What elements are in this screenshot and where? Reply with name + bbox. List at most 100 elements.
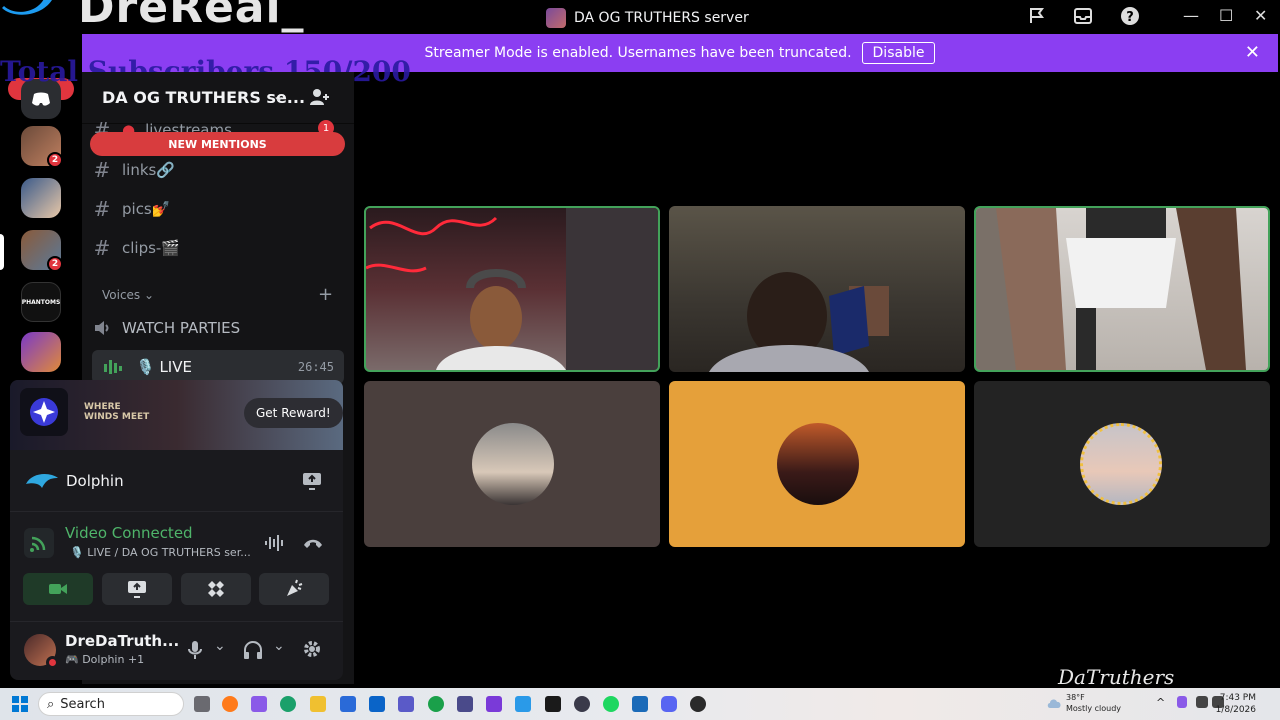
signal-icon[interactable]: [24, 528, 54, 558]
app-icon-5[interactable]: [545, 696, 561, 712]
video-tile-2[interactable]: [669, 206, 965, 372]
speaker-icon: [95, 321, 109, 335]
task-view-icon[interactable]: [194, 696, 210, 712]
app-icon-7[interactable]: [632, 696, 648, 712]
video-tile-6[interactable]: [974, 381, 1270, 547]
tray-icon-1[interactable]: [1177, 696, 1187, 708]
minimize-button[interactable]: —: [1183, 6, 1199, 25]
app-icon-3[interactable]: [486, 696, 502, 712]
windows-start-icon[interactable]: [12, 696, 28, 712]
weather-widget[interactable]: 38°F Mostly cloudy: [1066, 692, 1121, 714]
weather-temp: 38°F: [1066, 693, 1085, 702]
headphones-icon[interactable]: [243, 640, 263, 660]
video-tile-3[interactable]: [974, 206, 1270, 372]
clock-time: 7:43 PM: [1219, 693, 1256, 703]
help-icon[interactable]: ?: [1120, 6, 1140, 26]
avatar[interactable]: [24, 634, 59, 669]
soundboard-button[interactable]: [259, 573, 329, 605]
teams-icon[interactable]: [398, 696, 414, 712]
discord-icon[interactable]: [661, 696, 677, 712]
selected-server-pill: [0, 234, 4, 270]
category-label: Voices: [102, 288, 141, 302]
gamepad-icon: 🎮: [65, 653, 79, 666]
video-tile-4[interactable]: [364, 381, 660, 547]
channel-watch-parties[interactable]: WATCH PARTIES: [92, 312, 342, 344]
wifi-icon[interactable]: [1196, 696, 1208, 708]
chevron-down-icon: ⌄: [272, 86, 286, 105]
spotify-icon[interactable]: [603, 696, 619, 712]
clock[interactable]: 7:43 PM 1/8/2026: [1216, 692, 1256, 716]
stream-screen-icon[interactable]: [302, 472, 322, 490]
mic-options-chevron-icon[interactable]: ⌄: [214, 638, 226, 654]
app-icon-6[interactable]: [574, 696, 590, 712]
invite-user-icon[interactable]: [308, 86, 330, 108]
app-icon-1[interactable]: [428, 696, 444, 712]
chevron-up-icon[interactable]: ^: [1156, 696, 1165, 709]
outlook-icon[interactable]: [369, 696, 385, 712]
screen-share-button[interactable]: [102, 573, 172, 605]
hash-icon: #: [93, 236, 111, 260]
voice-connection: Video Connected 🎙️ LIVE / DA OG TRUTHERS…: [10, 512, 343, 622]
inbox-icon[interactable]: [1073, 6, 1093, 26]
streamer-mode-text: Streamer Mode is enabled. Usernames have…: [424, 45, 852, 61]
camera-button[interactable]: [23, 573, 93, 605]
channel-clips[interactable]: # clips-🎬: [92, 232, 342, 264]
microphone-icon[interactable]: [187, 640, 203, 660]
app-icon-4[interactable]: [515, 696, 531, 712]
video-tile-1[interactable]: [364, 206, 660, 372]
new-mentions-pill[interactable]: NEW MENTIONS: [90, 132, 345, 156]
voice-status[interactable]: Video Connected: [65, 524, 193, 542]
screen-share-icon: [128, 581, 146, 598]
server-icon-4[interactable]: PHANTOMS: [21, 282, 61, 322]
maximize-button[interactable]: ☐: [1219, 6, 1233, 25]
noise-suppression-icon[interactable]: [264, 534, 286, 552]
title-bar: DreReal_ DA OG TRUTHERS server ? — ☐ ✕: [0, 0, 1280, 34]
edge-icon[interactable]: [280, 696, 296, 712]
copilot-icon[interactable]: [251, 696, 267, 712]
channel-live[interactable]: 🎙️ LIVE 26:45: [92, 350, 344, 384]
twitter-bird-icon: [2, 0, 52, 15]
weather-description: Mostly cloudy: [1066, 704, 1121, 713]
server-icon: [546, 8, 566, 28]
activity-name: Dolphin: [66, 472, 124, 490]
user-area: DreDaTruth... 🎮 Dolphin +1 ⌄ ⌄: [10, 622, 343, 680]
store-icon[interactable]: [340, 696, 356, 712]
server-icon-5[interactable]: [21, 332, 61, 372]
close-banner-icon[interactable]: ✕: [1245, 42, 1260, 63]
obs-icon[interactable]: [690, 696, 706, 712]
firefox-icon[interactable]: [222, 696, 238, 712]
voice-channel-path[interactable]: 🎙️ LIVE / DA OG TRUTHERS ser...: [70, 546, 251, 559]
activity-row: Dolphin: [10, 450, 343, 512]
activities-button[interactable]: [181, 573, 251, 605]
channel-label: pics💅: [122, 200, 171, 218]
hash-icon: #: [93, 158, 111, 182]
app-icon-2[interactable]: [457, 696, 473, 712]
server-icon-3[interactable]: 2: [21, 230, 63, 272]
audio-options-chevron-icon[interactable]: ⌄: [273, 638, 285, 654]
server-icon-2[interactable]: [21, 178, 61, 218]
live-timer: 26:45: [297, 360, 334, 374]
channel-label: WATCH PARTIES: [122, 319, 241, 337]
flag-icon[interactable]: [1028, 6, 1046, 24]
voice-category[interactable]: Voices ⌄: [102, 288, 154, 302]
channel-links[interactable]: # links🔗: [92, 154, 342, 186]
add-channel-icon[interactable]: +: [318, 284, 333, 305]
mention-badge: 2: [47, 256, 63, 272]
username[interactable]: DreDaTruth...: [65, 632, 179, 650]
close-window-button[interactable]: ✕: [1254, 6, 1267, 25]
gear-icon[interactable]: [302, 639, 322, 659]
channel-pics[interactable]: # pics💅: [92, 193, 342, 225]
mention-badge: 2: [47, 152, 63, 168]
get-reward-button[interactable]: Get Reward!: [244, 398, 343, 428]
taskbar-search[interactable]: ⌕ Search: [38, 692, 184, 716]
server-icon-1[interactable]: 2: [21, 126, 63, 168]
soundboard-icon: [287, 579, 303, 596]
discord-logo-icon: [32, 92, 50, 106]
cloud-weather-icon[interactable]: [1046, 694, 1064, 712]
file-explorer-icon[interactable]: [310, 696, 326, 712]
disconnect-icon[interactable]: [302, 536, 324, 550]
disable-streamer-mode-button[interactable]: Disable: [861, 42, 936, 64]
video-tile-5[interactable]: [669, 381, 965, 547]
search-icon: ⌕: [47, 696, 55, 712]
window-title: DA OG TRUTHERS server: [546, 8, 749, 28]
